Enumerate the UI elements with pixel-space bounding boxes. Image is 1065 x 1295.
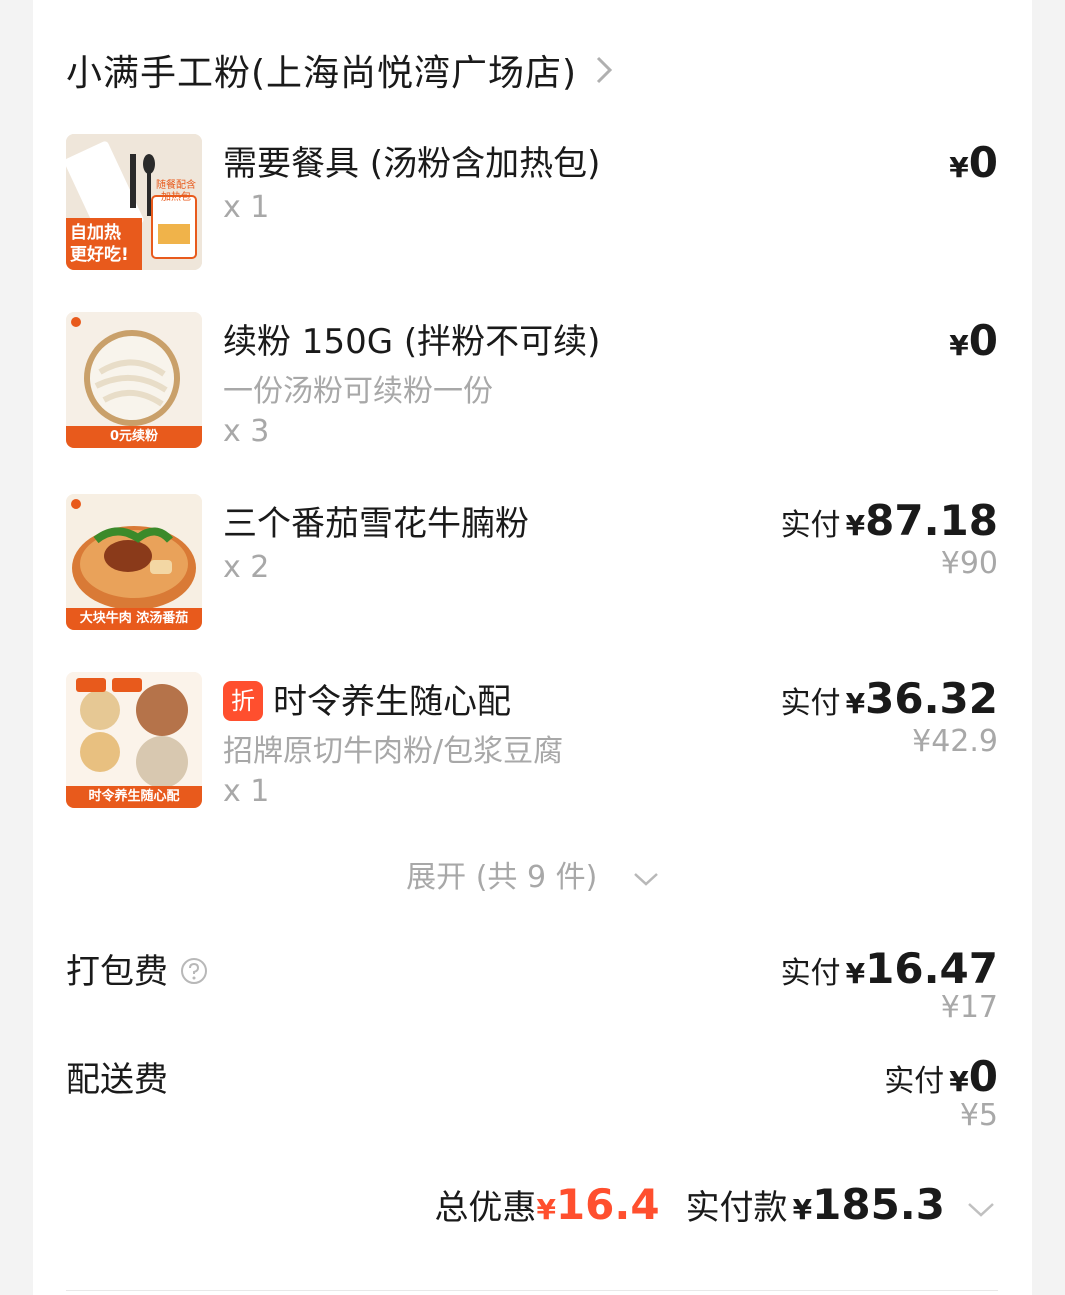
packing-fee-row: 打包费 实付 ¥16.47 ¥17 [66,944,998,1034]
item-title-text: 时令养生随心配 [273,682,511,722]
currency-symbol: ¥ [845,509,866,542]
item-title: 三个番茄雪花牛腩粉 [223,504,529,544]
total-paid-label: 实付款 [685,1188,788,1228]
item-title: 折时令养生随心配 [223,674,511,723]
chevron-right-icon [597,56,613,84]
item-subtitle: 一份汤粉可续粉一份 [223,374,493,409]
currency-symbol: ¥ [536,1193,556,1226]
currency-symbol: ¥ [792,1193,813,1226]
item-thumbnail: 时令养生随心配 [66,672,202,808]
order-total-summary[interactable]: 总优惠¥16.4 实付款 ¥185.3 [434,1180,945,1229]
shop-header[interactable]: 小满手工粉(上海尚悦湾广场店) [66,40,613,100]
packing-fee-text: 打包费 [66,952,168,992]
thumb-banner-text: 0元续粉 [66,426,202,448]
item-price: 实付 ¥36.32 [781,674,998,723]
help-icon[interactable] [180,957,208,985]
item-quantity: x 1 [223,190,270,225]
list-item[interactable]: 时令养生随心配 折时令养生随心配 招牌原切牛肉粉/包浆豆腐 x 1 实付 ¥36… [66,672,998,812]
currency-symbol: ¥ [949,329,969,362]
delivery-fee-row: 配送费 实付 ¥0 ¥5 [66,1052,998,1142]
thumb-banner-text: 时令养生随心配 [66,786,202,808]
expand-label: 展开 (共 9 件) [406,860,598,895]
total-paid-value: 185.3 [812,1180,945,1229]
item-subtitle: 招牌原切牛肉粉/包浆豆腐 [223,734,564,769]
chevron-down-icon[interactable] [967,1202,995,1218]
price-paid-label: 实付 [780,686,841,721]
total-discount-label: 总优惠 [434,1188,537,1228]
item-thumbnail: 0元续粉 [66,312,202,448]
list-item[interactable]: 0元续粉 续粉 150G (拌粉不可续) 一份汤粉可续粉一份 x 3 ¥0 [66,312,998,452]
list-item[interactable]: 大块牛肉 浓汤番茄 三个番茄雪花牛腩粉 x 2 实付 ¥87.18 ¥90 [66,494,998,634]
original-price: ¥17 [940,990,998,1025]
item-title: 续粉 150G (拌粉不可续) [223,322,601,362]
price-paid-label: 实付 [780,508,841,543]
total-discount-value: 16.4 [555,1180,660,1229]
price-value: 0 [968,1052,998,1101]
divider [66,1290,998,1291]
currency-symbol: ¥ [949,1065,969,1098]
discount-badge: 折 [223,681,263,721]
price-value: 36.32 [865,674,998,723]
price-paid-label: 实付 [780,956,841,991]
price-value: 87.18 [865,496,998,545]
delivery-fee-price: 实付 ¥0 [884,1052,998,1101]
currency-symbol: ¥ [949,151,969,184]
item-thumbnail: 大块牛肉 浓汤番茄 [66,494,202,630]
currency-symbol: ¥ [845,687,866,720]
item-quantity: x 1 [223,774,270,809]
item-quantity: x 3 [223,414,270,449]
price-paid-label: 实付 [884,1064,945,1099]
thumb-banner-text: 大块牛肉 浓汤番茄 [66,608,202,630]
item-thumbnail: 自加热 更好吃! 随餐配含 加热包 [66,134,202,270]
item-price: 实付 ¥87.18 [781,496,998,545]
original-price: ¥5 [959,1098,998,1133]
shop-name[interactable]: 小满手工粉(上海尚悦湾广场店) [66,44,577,96]
item-title: 需要餐具 (汤粉含加热包) [223,144,601,184]
chevron-down-icon [633,872,658,886]
item-price: ¥0 [949,316,998,365]
thumb-badge-text: 随餐配含 加热包 [156,180,196,203]
price-value: 16.47 [865,944,998,993]
item-price: ¥0 [949,138,998,187]
original-price: ¥90 [940,546,998,581]
packing-fee-label: 打包费 [66,944,208,993]
list-item[interactable]: 自加热 更好吃! 随餐配含 加热包 需要餐具 (汤粉含加热包) x 1 ¥0 [66,134,998,274]
currency-symbol: ¥ [845,957,866,990]
packing-fee-price: 实付 ¥16.47 [781,944,998,993]
original-price: ¥42.9 [912,724,998,759]
price-value: 0 [968,316,998,365]
expand-items-button[interactable]: 展开 (共 9 件) [0,852,1065,896]
delivery-fee-label: 配送费 [66,1060,168,1100]
price-value: 0 [968,138,998,187]
thumb-banner-text: 自加热 更好吃! [70,223,129,265]
item-quantity: x 2 [223,550,270,585]
